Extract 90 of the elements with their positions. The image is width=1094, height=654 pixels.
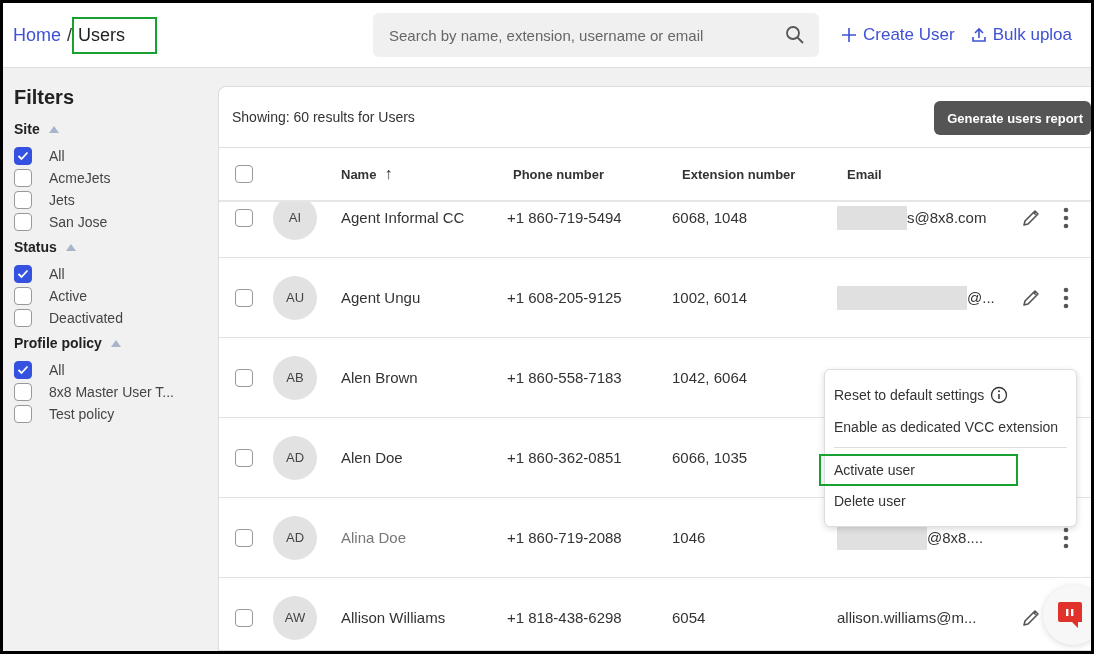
filter-option-label[interactable]: San Jose — [49, 214, 108, 230]
checkbox[interactable] — [14, 191, 32, 209]
extension-number: 1002, 6014 — [672, 289, 748, 306]
filter-option-label[interactable]: All — [49, 362, 65, 378]
more-icon[interactable] — [1063, 526, 1069, 549]
email: @8x8.... — [927, 529, 984, 546]
plus-icon — [841, 27, 857, 43]
create-user-button[interactable]: Create User — [841, 25, 955, 45]
filters-title: Filters — [14, 86, 76, 109]
filter-option-label[interactable]: Test policy — [49, 406, 115, 422]
edit-icon[interactable] — [1021, 287, 1041, 308]
column-header[interactable]: Extension number — [682, 166, 796, 182]
menu-item[interactable]: Activate user — [821, 456, 1016, 484]
checkbox[interactable] — [14, 265, 32, 283]
checkmark-icon — [17, 269, 29, 279]
phone-number: +1 608-205-9125 — [507, 289, 622, 306]
search-field[interactable]: Search by name, extension, username or email — [373, 13, 819, 57]
avatar: AD — [273, 435, 317, 480]
sort-indicator[interactable]: ↑ — [384, 165, 393, 183]
breadcrumb-current: Users — [74, 18, 156, 52]
edit-icon[interactable] — [1021, 607, 1041, 628]
results-summary: Showing: 60 results for Users — [232, 109, 415, 125]
column-header[interactable]: Phone number — [513, 166, 604, 182]
search-icon — [785, 25, 805, 45]
user-name[interactable]: Agent Ungu — [341, 289, 421, 306]
avatar: AD — [273, 515, 317, 560]
upload-icon — [970, 27, 987, 43]
user-name[interactable]: Alina Doe — [341, 529, 407, 546]
checkbox[interactable] — [14, 169, 32, 187]
generate-report-button[interactable]: Generate users report — [934, 101, 1091, 135]
filter-option-label[interactable]: Jets — [49, 192, 75, 208]
filter-option-label[interactable]: All — [49, 148, 65, 164]
filter-option-label[interactable]: AcmeJets — [49, 170, 111, 186]
phone-number: +1 818-438-6298 — [507, 609, 622, 626]
extension-number: 1042, 6064 — [672, 369, 748, 386]
avatar: AB — [273, 355, 317, 400]
breadcrumb-link[interactable]: Home — [13, 24, 61, 46]
checkbox[interactable] — [14, 383, 32, 401]
user-name[interactable]: Agent Informal CC — [341, 209, 465, 226]
menu-item[interactable]: Delete user — [825, 487, 1076, 515]
email: @... — [967, 289, 995, 306]
extension-number: 6054 — [672, 609, 706, 626]
checkbox[interactable] — [14, 147, 32, 165]
phone-number: +1 860-719-5494 — [507, 209, 622, 226]
checkbox[interactable] — [235, 208, 253, 227]
filter-group-toggle[interactable]: Profile policy — [14, 335, 218, 351]
checkbox[interactable] — [14, 287, 32, 305]
checkbox[interactable] — [235, 288, 253, 307]
avatar: AU — [273, 275, 317, 320]
avatar: AW — [273, 595, 317, 640]
phone-number: +1 860-719-2088 — [507, 529, 622, 546]
filter-option-label[interactable]: All — [49, 266, 65, 282]
extension-number: 1046 — [672, 529, 706, 546]
checkbox[interactable] — [14, 361, 32, 379]
extension-number: 6068, 1048 — [672, 209, 748, 226]
user-name[interactable]: Alen Doe — [341, 449, 403, 466]
checkmark-icon — [17, 151, 29, 161]
filter-option-label[interactable]: 8x8 Master User T... — [49, 384, 174, 400]
filter-option-label[interactable]: Active — [49, 288, 88, 304]
column-header[interactable]: Name — [341, 166, 377, 182]
checkbox[interactable] — [235, 608, 253, 627]
checkbox[interactable] — [235, 448, 253, 467]
bulk-upload-button[interactable]: Bulk uploa — [970, 25, 1073, 45]
more-icon[interactable] — [1063, 206, 1069, 229]
email: allison.williams@m... — [837, 609, 977, 626]
phone-number: +1 860-558-7183 — [507, 369, 622, 386]
edit-icon[interactable] — [1021, 207, 1041, 228]
checkbox[interactable] — [235, 165, 253, 183]
column-header[interactable]: Email — [847, 166, 882, 182]
checkbox[interactable] — [14, 405, 32, 423]
email: s@8x8.com — [907, 209, 987, 226]
checkbox[interactable] — [235, 528, 253, 547]
extension-number: 6066, 1035 — [672, 449, 748, 466]
filter-group-toggle[interactable]: Site — [14, 121, 218, 137]
checkbox[interactable] — [14, 213, 32, 231]
breadcrumb-separator: / — [67, 24, 73, 46]
checkbox[interactable] — [235, 368, 253, 387]
chat-icon — [1057, 601, 1083, 629]
checkmark-icon — [17, 365, 29, 375]
info-icon — [990, 386, 1009, 404]
phone-number: +1 860-362-0851 — [507, 449, 622, 466]
user-name[interactable]: Alen Brown — [341, 369, 418, 386]
more-icon[interactable] — [1063, 286, 1069, 309]
user-name[interactable]: Allison Williams — [341, 609, 446, 626]
menu-item[interactable]: Reset to default settings — [825, 380, 1076, 410]
avatar: AI — [273, 202, 317, 240]
filter-option-label[interactable]: Deactivated — [49, 310, 123, 326]
menu-item[interactable]: Enable as dedicated VCC extension — [834, 413, 1067, 448]
filter-group-toggle[interactable]: Status — [14, 239, 218, 255]
checkbox[interactable] — [14, 309, 32, 327]
